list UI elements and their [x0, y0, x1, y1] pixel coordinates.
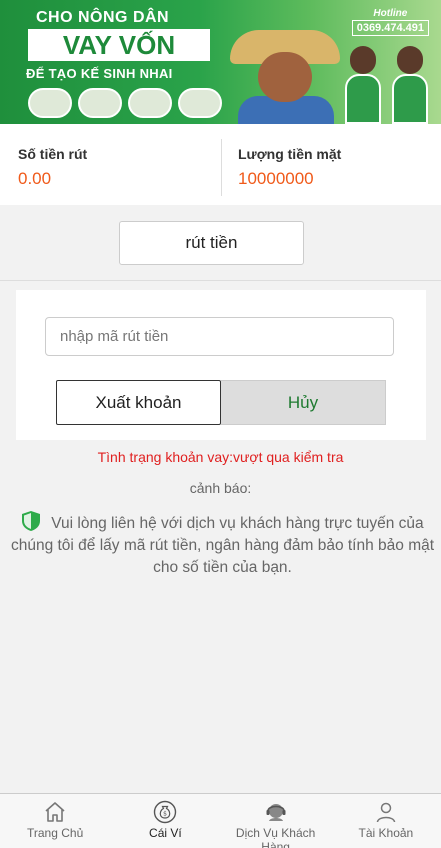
balance-card: Số tiền rút 0.00 Lượng tiền mặt 10000000	[0, 124, 441, 205]
banner-staff-image	[345, 46, 381, 124]
home-icon	[45, 802, 65, 822]
nav-item-home[interactable]: Trang Chủ	[0, 794, 110, 848]
svg-text:$: $	[163, 811, 167, 818]
hotline-number: 0369.474.491	[351, 20, 429, 36]
nav-label-account: Tài Khoản	[358, 826, 414, 840]
nav-label-wallet: Cái Ví	[149, 826, 182, 840]
withdraw-amount-value: 0.00	[18, 169, 52, 188]
shield-icon	[22, 511, 41, 531]
banner-headline: VAY VỐN	[28, 29, 210, 61]
cash-amount-label: Lượng tiền mặt	[238, 146, 342, 162]
nav-item-wallet[interactable]: $ Cái Ví	[110, 794, 220, 848]
warning-text: Vui lòng liên hệ với dịch vụ khách hàng …	[10, 515, 435, 576]
banner-line-3: ĐỂ TẠO KẾ SINH NHAI	[26, 66, 173, 81]
nav-label-home: Trang Chủ	[27, 826, 84, 840]
warning-title: cảnh báo:	[189, 480, 252, 496]
withdraw-amount-block: Số tiền rút 0.00	[18, 146, 87, 189]
nav-item-account[interactable]: Tài Khoản	[331, 794, 441, 848]
nav-label-customer-service: Dịch Vụ Khách Hàng	[235, 826, 316, 848]
withdraw-form: Xuất khoản Hủy	[16, 290, 426, 440]
cash-amount-block: Lượng tiền mặt 10000000	[238, 146, 341, 189]
cancel-button[interactable]: Hủy	[221, 380, 386, 425]
banner-thumbnails	[28, 88, 222, 118]
banner-thumbnail	[28, 88, 72, 118]
support-agent-icon	[266, 804, 286, 821]
withdraw-button[interactable]: rút tiền	[119, 221, 304, 265]
form-actions: Xuất khoản Hủy	[56, 380, 386, 425]
confirm-withdraw-button[interactable]: Xuất khoản	[56, 380, 221, 425]
banner-farmer-image	[230, 30, 340, 124]
hotline-label: Hotline	[373, 8, 408, 19]
warning-message: Vui lòng liên hệ với dịch vụ khách hàng …	[10, 510, 435, 579]
banner-thumbnail	[178, 88, 222, 118]
section-divider	[0, 280, 441, 281]
bottom-nav: Trang Chủ $ Cái Ví Dịch Vụ Khách Hàng Tà…	[0, 793, 441, 848]
cash-amount-value: 10000000	[238, 169, 314, 188]
withdraw-code-input[interactable]	[45, 317, 394, 356]
banner-thumbnail	[128, 88, 172, 118]
nav-item-customer-service[interactable]: Dịch Vụ Khách Hàng	[221, 794, 331, 848]
hotline-badge: Hotline 0369.474.491	[351, 8, 429, 36]
user-icon	[376, 802, 396, 823]
money-bag-icon: $	[154, 800, 177, 824]
promo-banner[interactable]: CHO NÔNG DÂN VAY VỐN ĐỂ TẠO KẾ SINH NHAI…	[0, 0, 441, 124]
withdraw-amount-label: Số tiền rút	[18, 146, 88, 162]
banner-staff-image	[392, 46, 428, 124]
banner-thumbnail	[78, 88, 122, 118]
banner-line-1: CHO NÔNG DÂN	[36, 9, 170, 26]
loan-status-text: Tình trạng khoản vay:vượt qua kiểm tra	[97, 449, 344, 465]
balance-divider	[221, 139, 222, 196]
